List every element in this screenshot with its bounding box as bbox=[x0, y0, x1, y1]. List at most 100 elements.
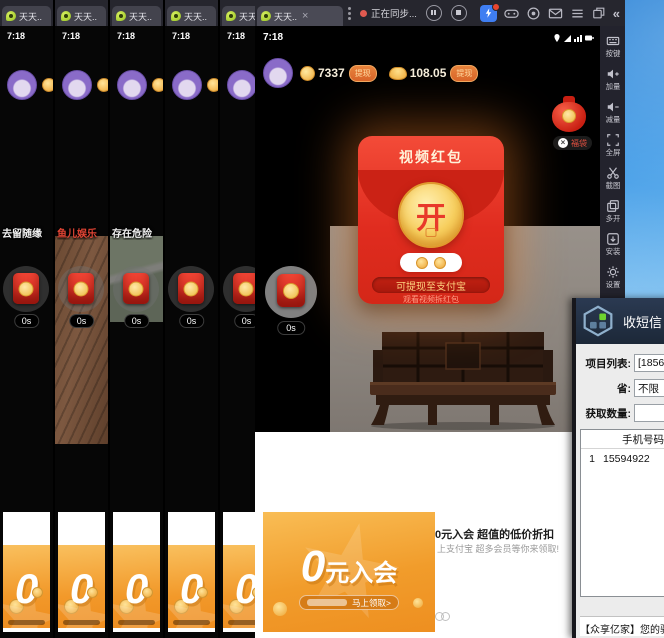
province-select[interactable]: 不限 bbox=[634, 379, 664, 397]
lucky-bag-widget[interactable] bbox=[552, 96, 586, 132]
avatar[interactable] bbox=[172, 70, 202, 100]
toolbar-keyboard[interactable]: 按键 bbox=[605, 34, 621, 59]
ad-rest-text: 元入会 bbox=[325, 560, 397, 587]
lucky-bag-coin bbox=[562, 109, 576, 123]
phone-table: 手机号码 1 15594922 bbox=[580, 429, 664, 597]
tab-label: 天天.. bbox=[184, 10, 207, 23]
ad-cta-cropped bbox=[118, 620, 155, 625]
app-pin-icon bbox=[116, 11, 126, 21]
app-pin-icon bbox=[261, 11, 271, 21]
flash-sync-icon[interactable] bbox=[480, 5, 497, 22]
pause-sync-button[interactable] bbox=[426, 5, 442, 21]
status-clock: 7:18 bbox=[62, 31, 80, 41]
mini-coin-icon bbox=[434, 257, 446, 269]
red-envelope-icon[interactable] bbox=[13, 273, 39, 304]
emulator-instance-3: 天天.. 7:18 存在危险 0s 0 bbox=[110, 0, 163, 638]
zero-yuan-ad-banner[interactable]: 0元入会 马上领取> bbox=[263, 512, 435, 632]
ad-source-logo bbox=[435, 608, 457, 618]
toolbar-multi-instance[interactable]: 多开 bbox=[605, 199, 621, 224]
withdraw-badge-ingots[interactable]: 提现 bbox=[450, 65, 478, 82]
window-tab[interactable]: 天天.. bbox=[167, 6, 216, 26]
toolbar-install-apk[interactable]: 安装 bbox=[605, 232, 621, 257]
toolbar-volume-down[interactable]: 减量 bbox=[605, 100, 621, 125]
window-titlebar: 天天.. bbox=[0, 0, 53, 26]
window-tab[interactable]: 天天.. bbox=[2, 6, 51, 26]
red-envelope-icon[interactable] bbox=[178, 273, 204, 304]
tab-label: 天天.. bbox=[19, 10, 42, 23]
fullscreen-icon bbox=[606, 133, 620, 147]
project-list-label: 项目列表: bbox=[580, 356, 634, 371]
open-redpacket-button[interactable]: 开 bbox=[398, 182, 464, 248]
mail-icon[interactable] bbox=[548, 6, 563, 21]
panel-header: 收短信 bbox=[576, 298, 664, 344]
countdown-timer: 0s bbox=[277, 321, 305, 335]
ingot-balance: 108.05 bbox=[410, 66, 447, 80]
coin-icon bbox=[97, 78, 108, 92]
emulator-instance-2: 天天.. 7:18 鱼儿娱乐 0s 0 bbox=[55, 0, 108, 638]
wooden-daybed-image bbox=[368, 330, 558, 430]
window-tab[interactable]: 天天.. bbox=[112, 6, 161, 26]
province-label: 省: bbox=[580, 381, 634, 396]
ad-cta-pill[interactable]: 马上领取> bbox=[299, 595, 399, 610]
ad-cta-cropped bbox=[63, 620, 100, 625]
sms-app-logo bbox=[582, 305, 614, 337]
ad-banner[interactable]: 0 bbox=[3, 512, 50, 632]
settings-gear-icon bbox=[606, 265, 620, 279]
menu-icon[interactable] bbox=[570, 6, 585, 21]
lucky-bag-close[interactable]: × 福袋 bbox=[553, 136, 592, 150]
ad-banner-art: 0 bbox=[168, 545, 215, 628]
cta-label: 马上领取> bbox=[352, 597, 391, 609]
red-envelope-icon[interactable] bbox=[68, 273, 94, 304]
ad-banner[interactable]: 0 bbox=[168, 512, 215, 632]
lucky-bag-label: 福袋 bbox=[571, 138, 587, 149]
withdraw-badge-coins[interactable]: 提现 bbox=[349, 65, 377, 82]
record-icon[interactable] bbox=[526, 6, 541, 21]
volume-up-icon bbox=[606, 67, 620, 81]
quantity-label: 获取数量: bbox=[580, 406, 634, 421]
withdraw-to-alipay-button[interactable]: 可提现至支付宝 bbox=[372, 277, 490, 293]
stop-sync-button[interactable] bbox=[451, 5, 467, 21]
ad-zero-text: 0 bbox=[301, 542, 325, 591]
avatar[interactable] bbox=[62, 70, 92, 100]
avatar[interactable] bbox=[227, 70, 257, 100]
tab-label: 天天.. bbox=[74, 10, 97, 23]
avatar[interactable] bbox=[117, 70, 147, 100]
volume-down-icon bbox=[606, 100, 620, 114]
red-envelope-icon[interactable] bbox=[277, 274, 305, 307]
toolbar-fullscreen[interactable]: 全屏 bbox=[605, 133, 621, 158]
titlebar-icons: « bbox=[480, 5, 620, 22]
status-clock: 7:18 bbox=[227, 31, 245, 41]
window-tab-active[interactable]: 天天.. × bbox=[257, 6, 343, 26]
status-clock: 7:18 bbox=[117, 31, 135, 41]
currency-row: 7337 提现 108.05 提现 bbox=[263, 58, 478, 88]
collapse-sidebar-icon[interactable]: « bbox=[613, 6, 620, 21]
red-envelope-icon[interactable] bbox=[123, 273, 149, 304]
toolbar-settings[interactable]: 设置 bbox=[605, 265, 621, 290]
main-titlebar: 天天.. × 正在同步... « bbox=[255, 0, 625, 26]
avatar[interactable] bbox=[263, 58, 293, 88]
ad-banner[interactable]: 0 bbox=[58, 512, 105, 632]
project-list-select[interactable]: [18568 bbox=[634, 354, 664, 372]
coin-icon bbox=[300, 66, 315, 81]
window-tab[interactable]: 天天.. bbox=[57, 6, 106, 26]
keyboard-icon bbox=[606, 34, 620, 48]
row-phone: 15594922 bbox=[603, 453, 664, 465]
coin-icon bbox=[42, 78, 53, 92]
ad-banner[interactable]: 0 bbox=[113, 512, 160, 632]
gold-ingot-icon bbox=[389, 67, 407, 80]
close-icon[interactable]: × bbox=[558, 138, 568, 148]
app-pin-icon bbox=[171, 11, 181, 21]
toolbar-volume-up[interactable]: 加量 bbox=[605, 67, 621, 92]
panel-title: 收短信 bbox=[623, 312, 662, 331]
toolbar-screenshot[interactable]: 截图 bbox=[605, 166, 621, 191]
video-caption: 存在危险 bbox=[112, 225, 162, 240]
avatar[interactable] bbox=[7, 70, 37, 100]
app-pin-icon bbox=[61, 11, 71, 21]
table-row[interactable]: 1 15594922 bbox=[581, 449, 664, 468]
restore-window-icon[interactable] bbox=[592, 6, 606, 20]
tab-close-icon[interactable]: × bbox=[302, 11, 308, 22]
quantity-input[interactable]: 1 bbox=[634, 404, 664, 422]
drag-handle-icon[interactable] bbox=[348, 12, 351, 15]
gamepad-icon[interactable] bbox=[504, 6, 519, 21]
ad-zero-text: 0 bbox=[113, 565, 160, 613]
